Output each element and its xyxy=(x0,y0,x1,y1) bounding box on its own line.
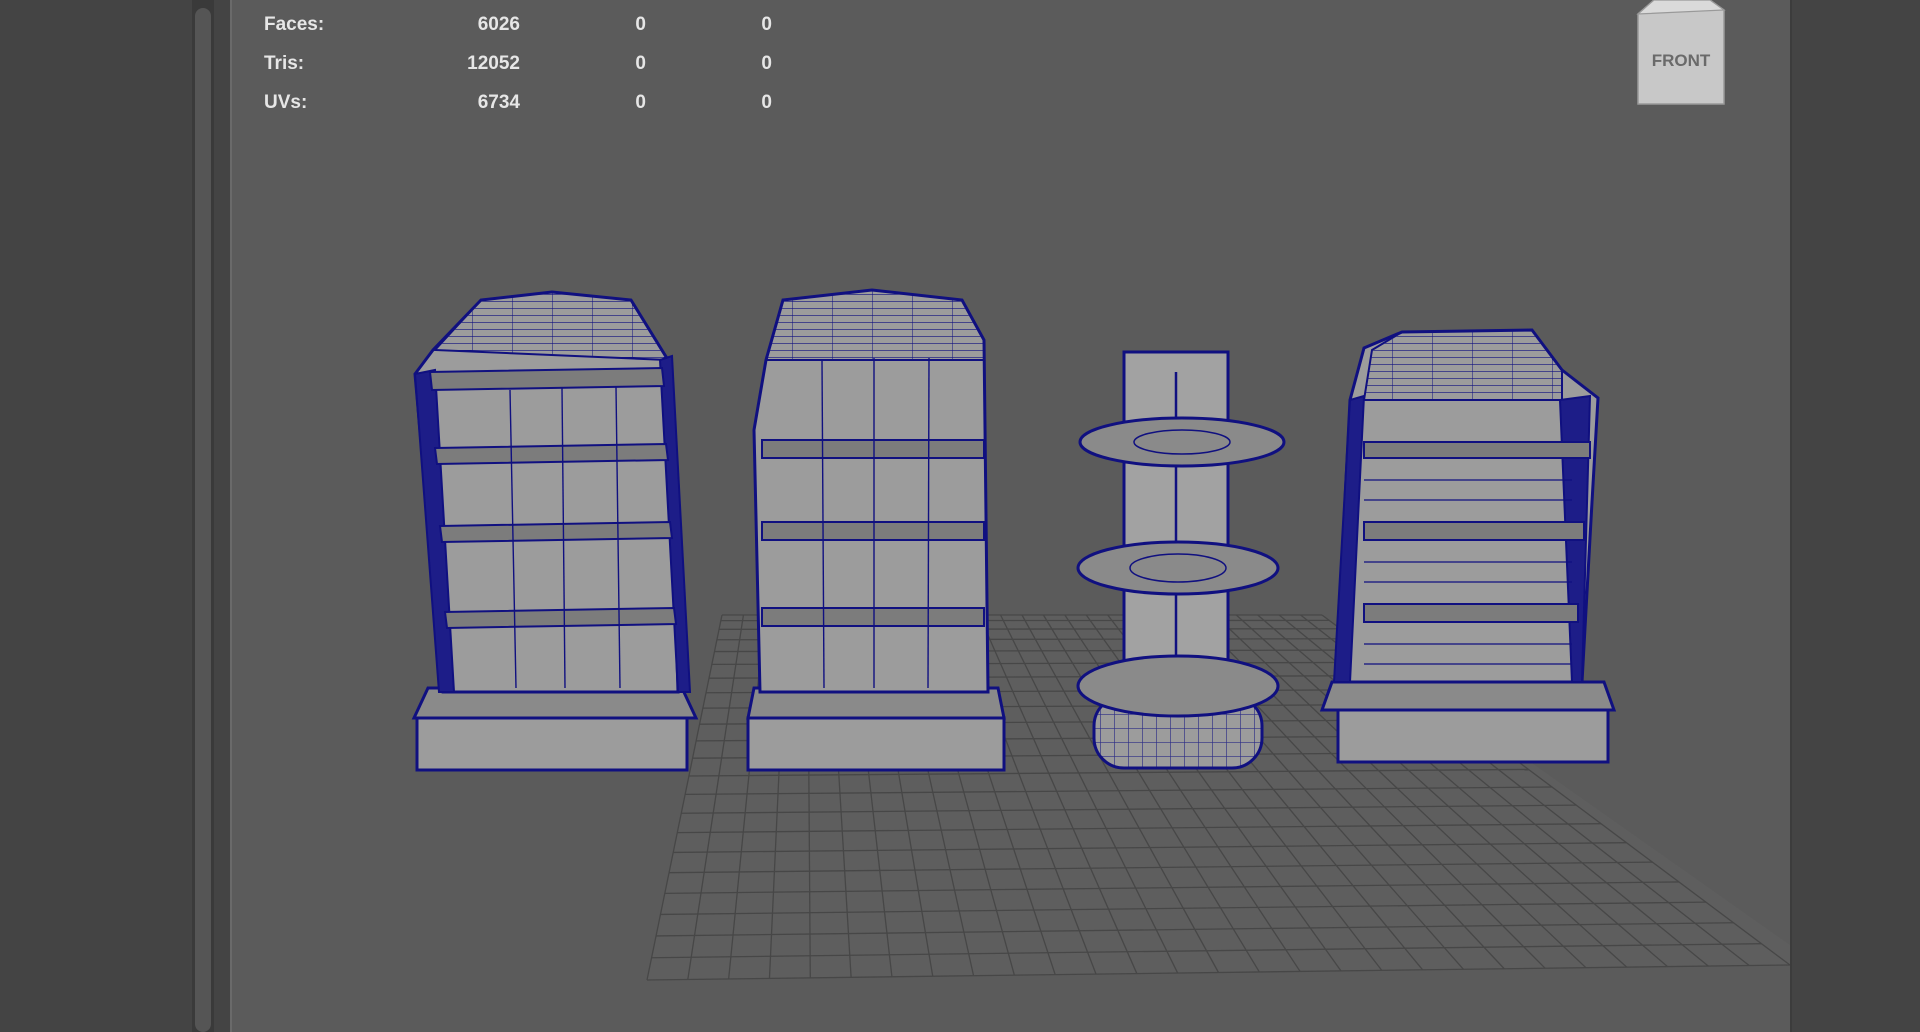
round-display-stand[interactable] xyxy=(1076,350,1286,770)
shelf-unit-4[interactable] xyxy=(1319,328,1617,764)
3d-viewport[interactable]: Faces: 6026 0 0 Tris: 12052 0 0 UVs: 673… xyxy=(230,0,1792,1032)
viewcube[interactable]: FRONT xyxy=(1630,0,1730,113)
shelf-unit-1[interactable] xyxy=(411,290,699,772)
left-panel xyxy=(0,0,192,1032)
viewcube-label: FRONT xyxy=(1652,51,1711,70)
right-panel xyxy=(1792,0,1920,1032)
shelf-unit-2[interactable] xyxy=(746,288,1006,772)
scrollbar-thumb[interactable] xyxy=(195,8,211,1032)
scene-render[interactable] xyxy=(232,0,1790,1032)
